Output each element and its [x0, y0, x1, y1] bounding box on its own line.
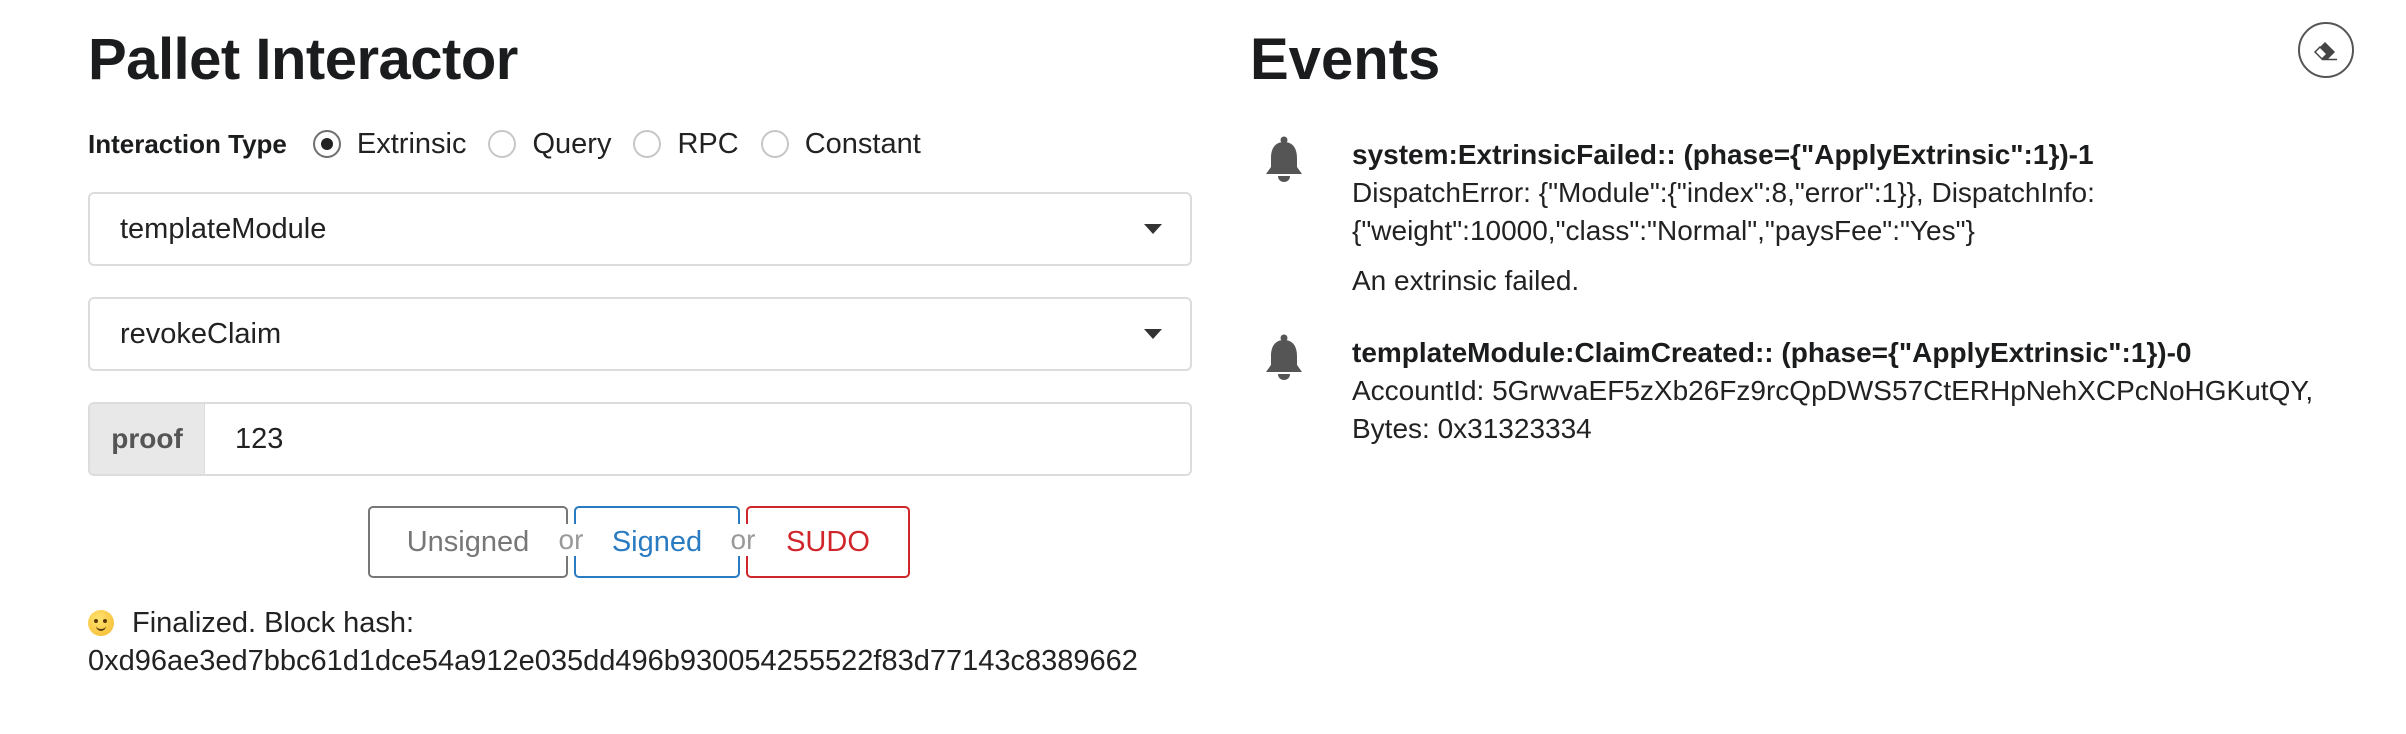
- radio-button[interactable]: [760, 130, 789, 158]
- proof-param-label: proof: [90, 404, 205, 474]
- or-separator: or: [552, 506, 590, 578]
- tx-status: Finalized. Block hash: 0xd96ae3ed7bbc61d…: [88, 604, 1192, 680]
- block-hash: 0xd96ae3ed7bbc61d1dce54a912e035dd496b930…: [88, 645, 1138, 677]
- event-title: system:ExtrinsicFailed:: (phase={"ApplyE…: [1352, 139, 2094, 170]
- module-dropdown-value: templateModule: [120, 212, 327, 245]
- tx-button-group: Unsigned or Signed or SUDO: [368, 506, 910, 578]
- signed-button[interactable]: Signed: [574, 506, 740, 578]
- proof-param-field: proof: [88, 402, 1192, 476]
- event-content: templateModule:ClaimCreated:: (phase={"A…: [1352, 334, 2392, 448]
- clear-events-button[interactable]: [2298, 22, 2354, 78]
- event-content: system:ExtrinsicFailed:: (phase={"ApplyE…: [1352, 136, 2392, 300]
- proof-param-input[interactable]: [205, 404, 1190, 474]
- radio-constant[interactable]: Constant: [760, 127, 921, 161]
- status-line-1: Finalized. Block hash:: [88, 604, 1192, 642]
- radio-label-rpc: RPC: [677, 127, 739, 160]
- eraser-icon: [2313, 42, 2337, 61]
- wink-emoji-icon: [88, 610, 114, 636]
- callable-dropdown-value: revokeClaim: [120, 317, 282, 350]
- interaction-type-label: Interaction Type: [88, 128, 287, 159]
- sudo-button[interactable]: SUDO: [746, 506, 910, 578]
- or-separator: or: [724, 506, 762, 578]
- or-text: or: [724, 524, 762, 556]
- radio-label-query: Query: [532, 127, 612, 160]
- event-description: An extrinsic failed.: [1352, 265, 1580, 296]
- event-body: DispatchError: {"Module":{"index":8,"err…: [1352, 177, 2095, 246]
- callable-dropdown[interactable]: revokeClaim: [88, 297, 1192, 371]
- interaction-type-row: Interaction Type Extrinsic Query RPC Con…: [88, 122, 943, 166]
- pallet-interactor-title: Pallet Interactor: [88, 27, 518, 92]
- radio-dot: [320, 138, 333, 150]
- events-title: Events: [1250, 27, 1441, 92]
- event-body: AccountId: 5GrwvaEF5zXb26Fz9rcQpDWS57CtE…: [1352, 375, 2314, 444]
- radio-rpc[interactable]: RPC: [633, 127, 739, 161]
- module-dropdown[interactable]: templateModule: [88, 192, 1192, 266]
- radio-button[interactable]: [488, 130, 517, 158]
- caret-down-icon: [1144, 329, 1162, 339]
- bell-icon: [1266, 334, 1302, 380]
- radio-label-constant: Constant: [804, 127, 921, 160]
- radio-button[interactable]: [633, 130, 662, 158]
- radio-label-extrinsic: Extrinsic: [356, 127, 467, 160]
- event-title: templateModule:ClaimCreated:: (phase={"A…: [1352, 337, 2192, 368]
- radio-extrinsic[interactable]: Extrinsic: [312, 127, 467, 161]
- unsigned-button[interactable]: Unsigned: [368, 506, 568, 578]
- radio-button-checked[interactable]: [312, 130, 341, 158]
- bell-icon: [1266, 136, 1302, 182]
- caret-down-icon: [1144, 224, 1162, 234]
- status-text: Finalized. Block hash:: [132, 607, 415, 639]
- radio-query[interactable]: Query: [488, 128, 611, 161]
- or-text: or: [552, 524, 590, 556]
